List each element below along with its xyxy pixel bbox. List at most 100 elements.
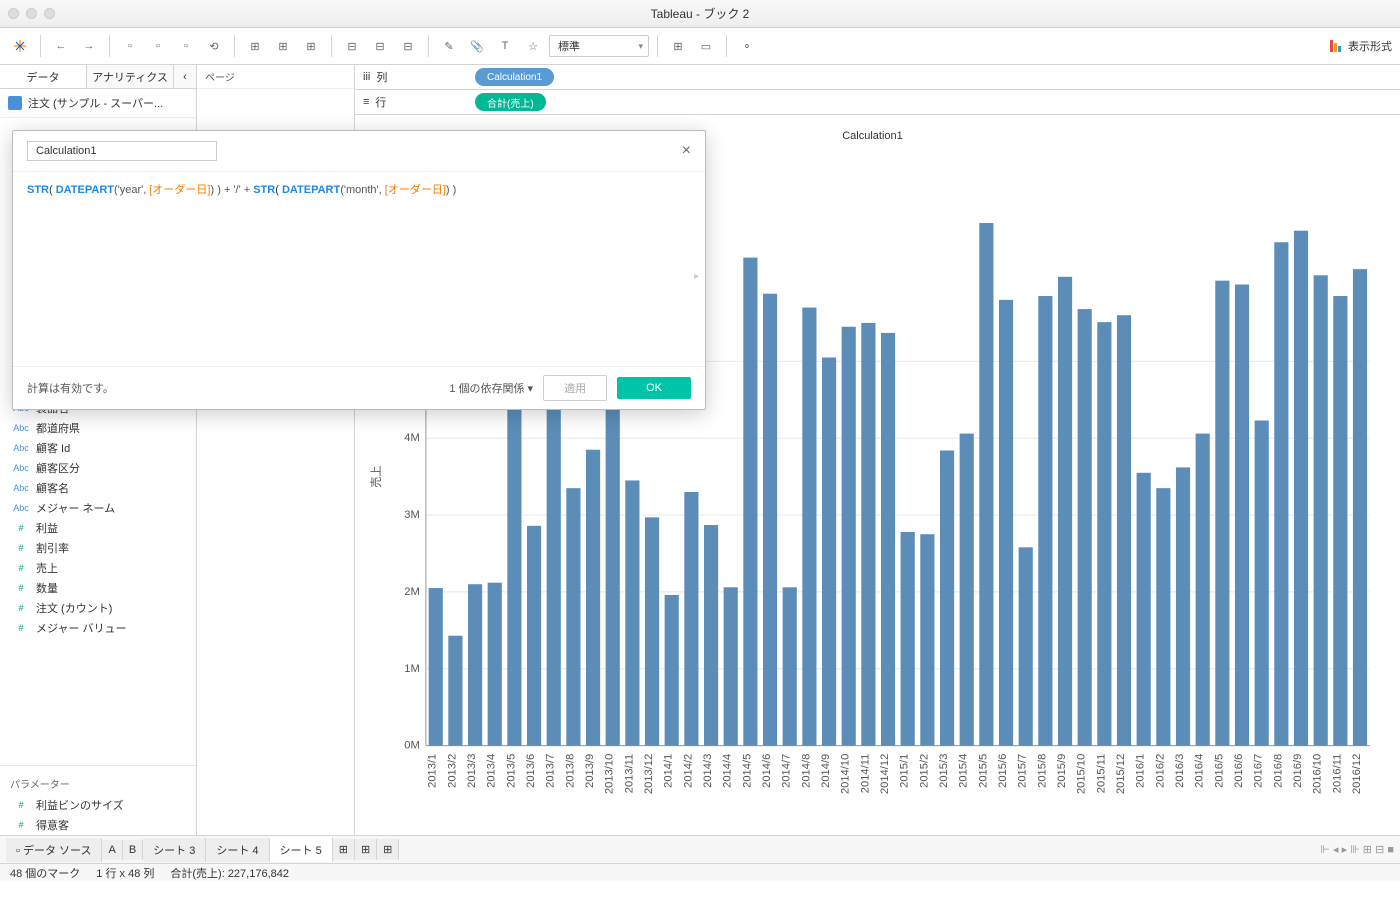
back-icon[interactable]: ← xyxy=(49,34,73,58)
calc-dependencies[interactable]: 1 個の依存関係 ▾ xyxy=(449,380,533,396)
bar[interactable] xyxy=(566,488,580,745)
bar[interactable] xyxy=(901,532,915,746)
presentation-icon[interactable]: ⊞ xyxy=(666,34,690,58)
bar[interactable] xyxy=(625,480,639,745)
group-icon[interactable]: ⊟ xyxy=(340,34,364,58)
tableau-logo-icon[interactable] xyxy=(8,34,32,58)
bar[interactable] xyxy=(783,587,797,745)
bar[interactable] xyxy=(1274,242,1288,745)
field-item[interactable]: Abc都道府県 xyxy=(0,418,196,438)
datasource-item[interactable]: 注文 (サンプル - スーパー... xyxy=(0,89,196,118)
text-icon[interactable]: T xyxy=(493,34,517,58)
save-icon[interactable]: ▫ xyxy=(118,34,142,58)
highlight-icon[interactable]: ✎ xyxy=(437,34,461,58)
bar[interactable] xyxy=(743,258,757,746)
tab-sheet5[interactable]: シート 5 xyxy=(270,836,333,862)
tab-sheet3[interactable]: シート 3 xyxy=(143,838,206,862)
bar[interactable] xyxy=(606,395,620,745)
pin-icon[interactable]: 📎 xyxy=(465,34,489,58)
tab-nav[interactable]: ⊩ ◂ ▸ ⊪ ⊞ ⊟ ■ xyxy=(1320,843,1394,856)
fit-dropdown[interactable]: 標準 xyxy=(549,35,649,57)
device-icon[interactable]: ▭ xyxy=(694,34,718,58)
calc-name-input[interactable] xyxy=(27,141,217,161)
param-item[interactable]: #得意客 xyxy=(0,815,196,835)
zoom-window-icon[interactable] xyxy=(44,8,55,19)
bar[interactable] xyxy=(1019,547,1033,745)
bar[interactable] xyxy=(1058,277,1072,746)
expand-icon[interactable]: ▸ xyxy=(694,269,699,285)
bar[interactable] xyxy=(1333,296,1347,746)
columns-pill[interactable]: Calculation1 xyxy=(475,68,554,86)
bar[interactable] xyxy=(1353,269,1367,745)
field-item[interactable]: #メジャー バリュー xyxy=(0,618,196,638)
rows-shelf[interactable]: ≡行 合計(売上) xyxy=(355,90,1400,115)
param-item[interactable]: #利益ビンのサイズ xyxy=(0,795,196,815)
bar[interactable] xyxy=(979,223,993,746)
apply-button[interactable]: 適用 xyxy=(543,375,607,401)
bar[interactable] xyxy=(468,584,482,745)
bar[interactable] xyxy=(920,534,934,745)
columns-shelf[interactable]: iii列 Calculation1 xyxy=(355,65,1400,90)
bar[interactable] xyxy=(704,525,718,746)
bar[interactable] xyxy=(960,434,974,746)
bar[interactable] xyxy=(488,583,502,746)
bar[interactable] xyxy=(1038,296,1052,746)
close-icon[interactable]: × xyxy=(682,142,691,160)
tab-sheet4[interactable]: シート 4 xyxy=(206,838,269,862)
close-window-icon[interactable] xyxy=(8,8,19,19)
bar[interactable] xyxy=(822,358,836,746)
ok-button[interactable]: OK xyxy=(617,377,691,399)
field-item[interactable]: #利益 xyxy=(0,518,196,538)
bar[interactable] xyxy=(507,409,521,746)
bar[interactable] xyxy=(842,327,856,746)
bar[interactable] xyxy=(547,381,561,746)
bar[interactable] xyxy=(1235,285,1249,746)
field-item[interactable]: #売上 xyxy=(0,558,196,578)
bar[interactable] xyxy=(1176,467,1190,745)
bar[interactable] xyxy=(586,450,600,746)
refresh-icon[interactable]: ⟲ xyxy=(202,34,226,58)
field-item[interactable]: Abc顧客区分 xyxy=(0,458,196,478)
new-data-icon[interactable]: ▫ xyxy=(146,34,170,58)
bar[interactable] xyxy=(1097,322,1111,745)
show-labels-icon[interactable]: ⊟ xyxy=(396,34,420,58)
tab-analytics[interactable]: アナリティクス xyxy=(87,65,174,88)
bar[interactable] xyxy=(1314,275,1328,745)
new-story-icon[interactable]: ⊞ xyxy=(377,839,399,860)
new-dashboard-icon[interactable]: ⊞ xyxy=(355,839,377,860)
bar[interactable] xyxy=(665,595,679,746)
rows-pill[interactable]: 合計(売上) xyxy=(475,93,546,111)
bar[interactable] xyxy=(527,526,541,746)
minimize-window-icon[interactable] xyxy=(26,8,37,19)
field-item[interactable]: Abcメジャー ネーム xyxy=(0,498,196,518)
bar[interactable] xyxy=(645,517,659,745)
totals-icon[interactable]: ⊟ xyxy=(368,34,392,58)
bar[interactable] xyxy=(999,300,1013,746)
field-item[interactable]: #数量 xyxy=(0,578,196,598)
new-sheet-icon[interactable]: ▫ xyxy=(174,34,198,58)
swap-icon[interactable]: ⊞ xyxy=(243,34,267,58)
star-icon[interactable]: ☆ xyxy=(521,34,545,58)
sort-desc-icon[interactable]: ⊞ xyxy=(299,34,323,58)
window-controls[interactable] xyxy=(8,8,55,19)
bar[interactable] xyxy=(940,450,954,745)
bar[interactable] xyxy=(1078,309,1092,746)
sort-asc-icon[interactable]: ⊞ xyxy=(271,34,295,58)
bar[interactable] xyxy=(763,294,777,746)
tab-a[interactable]: A xyxy=(102,840,122,860)
bar[interactable] xyxy=(861,323,875,746)
bar[interactable] xyxy=(1117,315,1131,745)
bar[interactable] xyxy=(1255,421,1269,746)
bar[interactable] xyxy=(1215,281,1229,746)
bar[interactable] xyxy=(1137,473,1151,746)
tab-data[interactable]: データ xyxy=(0,65,87,88)
share-icon[interactable]: ⚬ xyxy=(735,34,759,58)
show-me-button[interactable]: 表示形式 xyxy=(1329,38,1392,54)
bar[interactable] xyxy=(684,492,698,746)
bar[interactable] xyxy=(429,588,443,746)
field-item[interactable]: #注文 (カウント) xyxy=(0,598,196,618)
forward-icon[interactable]: → xyxy=(77,34,101,58)
collapse-pane-icon[interactable]: ‹ xyxy=(174,65,196,88)
bar[interactable] xyxy=(1156,488,1170,745)
bar[interactable] xyxy=(1294,231,1308,746)
